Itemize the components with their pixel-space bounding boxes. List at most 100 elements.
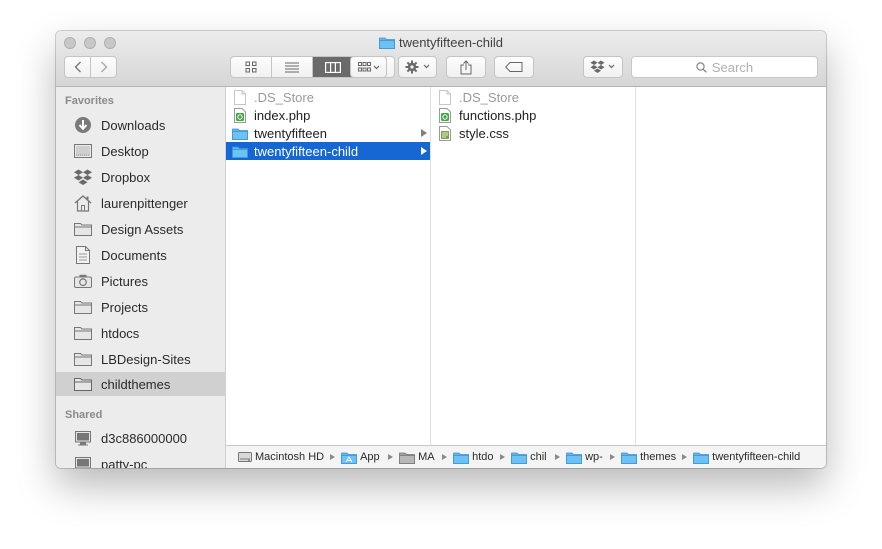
sidebar-item-pictures[interactable]: Pictures xyxy=(56,269,225,293)
browser-column-3 xyxy=(636,87,826,445)
path-item-applications[interactable]: App xyxy=(341,451,382,464)
folder-icon xyxy=(621,451,637,464)
sidebar-item-label: Documents xyxy=(101,247,167,263)
grid-icon xyxy=(245,61,257,73)
sidebar-item-d3c886000000[interactable]: d3c886000000 xyxy=(56,426,225,450)
sidebar-item-label: Projects xyxy=(101,299,148,315)
list-item[interactable]: style.css xyxy=(431,124,635,142)
folder-icon xyxy=(693,451,710,464)
path-item-mamp[interactable]: MA xyxy=(399,451,436,464)
sidebar-item-label: d3c886000000 xyxy=(101,430,188,446)
sidebar-item-documents[interactable]: Documents xyxy=(56,243,225,267)
forward-button[interactable] xyxy=(90,56,117,78)
list-item[interactable]: .DS_Store xyxy=(226,88,430,106)
sidebar-item-home[interactable]: laurenpittenger xyxy=(56,191,225,215)
path-label: Macintosh HD xyxy=(255,451,325,463)
back-button[interactable] xyxy=(64,56,91,78)
list-item[interactable]: twentyfifteen xyxy=(226,124,430,142)
documents-icon xyxy=(73,246,93,264)
search-icon xyxy=(696,61,707,73)
list-item[interactable]: index.php xyxy=(226,106,430,124)
dropbox-icon xyxy=(590,60,615,73)
folder-name: twentyfifteen-child xyxy=(254,143,359,159)
path-label: MA xyxy=(418,451,435,463)
path-item-htdocs[interactable]: htdo xyxy=(453,451,494,464)
finder-window: twentyfifteen-child Search Favorites Dow… xyxy=(56,31,826,468)
file-name: .DS_Store xyxy=(459,89,519,105)
sidebar-item-lbdesign-sites[interactable]: LBDesign-Sites xyxy=(56,347,225,371)
chevron-right-icon xyxy=(500,454,506,460)
folder-icon xyxy=(73,350,93,368)
file-icon xyxy=(437,89,453,105)
list-view-button[interactable] xyxy=(272,57,313,77)
search-field[interactable]: Search xyxy=(631,56,818,78)
path-bar: Macintosh HD App MA htdo chil wp- themes… xyxy=(226,445,826,468)
dropbox-menu-button[interactable] xyxy=(583,56,623,78)
chevron-right-icon xyxy=(442,454,448,460)
path-item-twentyfifteen-child[interactable]: twentyfifteen-child xyxy=(693,451,800,464)
path-item-childthemes[interactable]: chil xyxy=(511,451,549,464)
folder-name: twentyfifteen xyxy=(254,125,327,141)
tags-button[interactable] xyxy=(494,56,534,78)
folder-icon xyxy=(73,375,93,393)
toolbar: twentyfifteen-child Search xyxy=(56,31,826,87)
sidebar-item-childthemes[interactable]: childthemes xyxy=(56,372,225,396)
file-name: index.php xyxy=(254,107,311,123)
disclosure-arrow-icon xyxy=(421,129,427,137)
path-label: App xyxy=(360,451,380,463)
file-name: style.css xyxy=(459,125,509,141)
file-name: .DS_Store xyxy=(254,89,314,105)
list-item[interactable]: .DS_Store xyxy=(431,88,635,106)
path-label: twentyfifteen-child xyxy=(712,451,801,463)
desktop-icon xyxy=(73,142,93,160)
arrange-button[interactable] xyxy=(350,56,387,78)
sidebar-item-label: Dropbox xyxy=(101,169,151,185)
path-label: themes xyxy=(640,451,677,463)
computer-icon xyxy=(73,429,93,447)
icon-view-button[interactable] xyxy=(231,57,272,77)
path-item-themes[interactable]: themes xyxy=(621,451,676,464)
sidebar-item-label: LBDesign-Sites xyxy=(101,351,191,367)
php-file-icon xyxy=(232,107,248,123)
sidebar-header-favorites: Favorites xyxy=(65,95,114,107)
sidebar-item-label: Design Assets xyxy=(101,221,184,237)
sidebar-item-label: patty-pc xyxy=(101,456,148,469)
sidebar-item-desktop[interactable]: Desktop xyxy=(56,139,225,163)
file-name: functions.php xyxy=(459,107,537,123)
path-item-wp-content[interactable]: wp- xyxy=(566,451,604,464)
file-icon xyxy=(232,89,248,105)
sidebar-item-label: htdocs xyxy=(101,325,140,341)
disclosure-arrow-icon xyxy=(421,147,427,155)
sidebar-item-htdocs[interactable]: htdocs xyxy=(56,321,225,345)
chevron-right-icon xyxy=(388,454,394,460)
sidebar-item-dropbox[interactable]: Dropbox xyxy=(56,165,225,189)
sidebar-item-label: laurenpittenger xyxy=(101,195,188,211)
column-view-button[interactable] xyxy=(313,57,354,77)
chevron-right-icon xyxy=(100,61,107,73)
sidebar-item-label: Desktop xyxy=(101,143,149,159)
sidebar-item-projects[interactable]: Projects xyxy=(56,295,225,319)
list-item[interactable]: twentyfifteen-child xyxy=(226,142,430,160)
sidebar-item-downloads[interactable]: Downloads xyxy=(56,113,225,137)
path-label: wp- xyxy=(585,451,603,463)
sidebar-header-shared: Shared xyxy=(65,409,103,421)
sidebar-item-design-assets[interactable]: Design Assets xyxy=(56,217,225,241)
sidebar-item-patty-pc[interactable]: patty-pc xyxy=(56,452,225,468)
folder-icon xyxy=(379,36,395,53)
computer-icon xyxy=(73,455,93,468)
path-item-macintosh-hd[interactable]: Macintosh HD xyxy=(238,451,324,463)
sidebar-item-label: childthemes xyxy=(101,376,171,392)
downloads-icon xyxy=(73,116,93,134)
path-label: htdo xyxy=(472,451,494,463)
chevron-right-icon xyxy=(330,454,336,460)
folder-icon xyxy=(232,125,248,141)
php-file-icon xyxy=(437,107,453,123)
apps-folder-icon xyxy=(341,451,357,464)
share-button[interactable] xyxy=(446,56,486,78)
folder-icon xyxy=(232,143,248,159)
home-icon xyxy=(73,194,93,212)
chevron-right-icon xyxy=(555,454,561,460)
sidebar-item-label: Downloads xyxy=(101,117,166,133)
action-button[interactable] xyxy=(398,56,437,78)
list-item[interactable]: functions.php xyxy=(431,106,635,124)
